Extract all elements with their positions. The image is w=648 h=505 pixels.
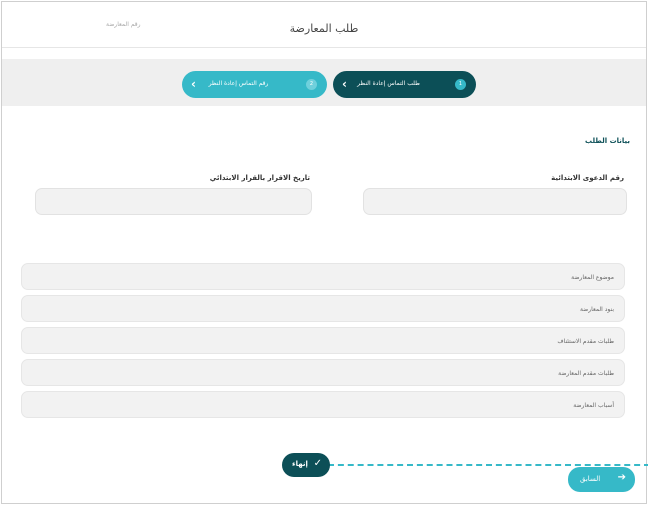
previous-button-label: السابق (580, 475, 601, 483)
finish-button-label: إنهاء (292, 460, 308, 468)
opposer-requests-label: طلبات مقدم المعارضة (558, 370, 614, 377)
opposition-subject-label: موضوع المعارضة (571, 274, 614, 281)
page-frame: طلب المعارضة رقم المعارضة ‹ طلب التماس إ… (1, 1, 648, 504)
step-1-number: 1 (455, 79, 466, 90)
opposer-requests-field[interactable]: طلبات مقدم المعارضة (21, 359, 625, 386)
previous-button[interactable]: السابق ➔ (568, 467, 635, 492)
opposition-reasons-field[interactable]: أسباب المعارضة (21, 391, 625, 418)
case-number-label: رقم الدعوى الابتدائية (551, 174, 624, 182)
check-icon: ✓ (313, 458, 322, 469)
appellant-requests-label: طلبات مقدم الاستئناف (557, 338, 614, 345)
opposition-subject-field[interactable]: موضوع المعارضة (21, 263, 625, 290)
step-2-label: رقم التماس إعادة النظر (208, 80, 269, 87)
step-1-tab[interactable]: ‹ طلب التماس إعادة النظر 1 (333, 71, 476, 98)
finish-button[interactable]: إنهاء ✓ (282, 453, 330, 477)
page-header: طلب المعارضة رقم المعارضة (2, 2, 646, 48)
opposition-items-field[interactable]: بنود المعارضة (21, 295, 625, 322)
step-1-label: طلب التماس إعادة النظر (357, 80, 420, 87)
step-2-number: 2 (306, 79, 317, 90)
case-number-field[interactable] (363, 188, 627, 215)
request-data-heading: بيانات الطلب (585, 137, 630, 145)
appellant-requests-field[interactable]: طلبات مقدم الاستئناف (21, 327, 625, 354)
opposition-items-label: بنود المعارضة (579, 306, 614, 313)
page-title: طلب المعارضة (289, 22, 359, 35)
step-connector-dashed-line (328, 464, 648, 466)
stepper-bar: ‹ طلب التماس إعادة النظر 1 ‹ رقم التماس … (2, 59, 646, 106)
opposition-number-label: رقم المعارضة (106, 21, 141, 28)
opposition-reasons-label: أسباب المعارضة (573, 402, 614, 409)
arrow-right-icon: ➔ (617, 472, 626, 483)
decision-date-field[interactable] (35, 188, 312, 215)
decision-date-label: تاريخ الاقرار بالقرار الابتدائي (209, 174, 310, 182)
step-2-tab[interactable]: ‹ رقم التماس إعادة النظر 2 (182, 71, 327, 98)
